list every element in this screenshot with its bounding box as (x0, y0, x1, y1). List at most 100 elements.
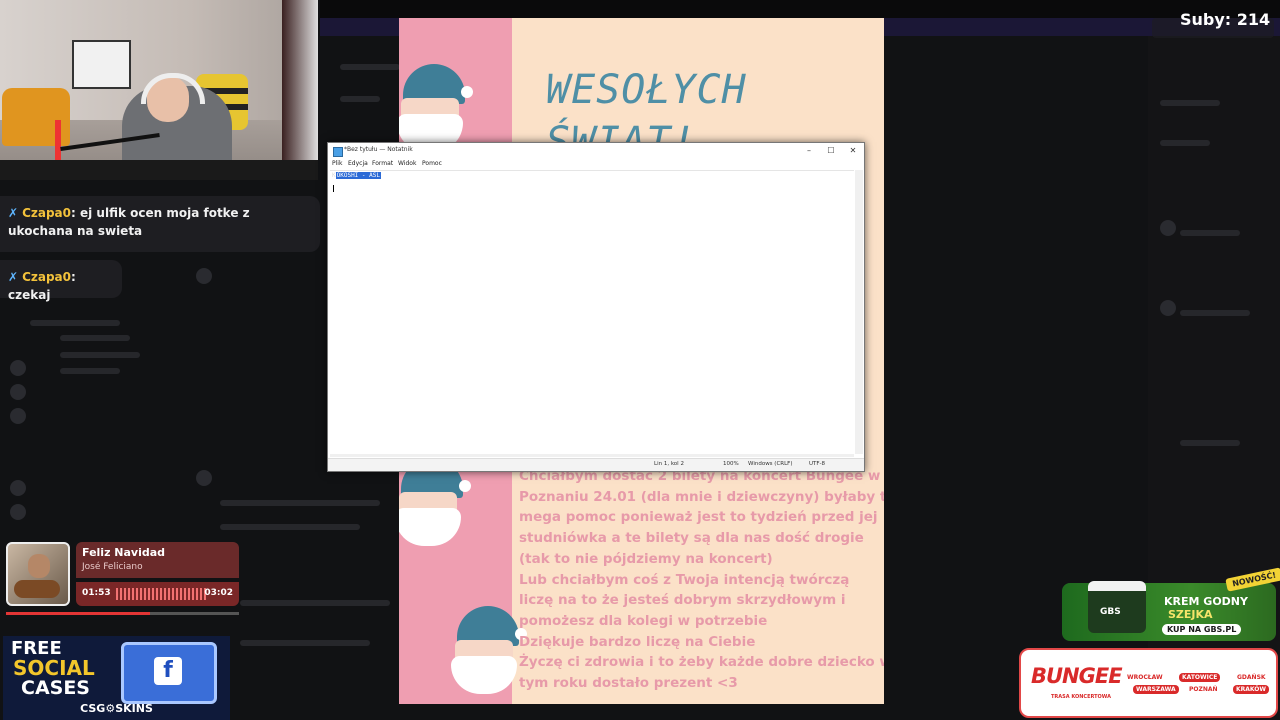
bungee-logo: BUNGEE (1031, 664, 1123, 688)
song-elapsed: 01:53 (82, 588, 111, 598)
background-ghost-text (240, 600, 390, 606)
song-progress-bar (6, 612, 239, 615)
background-server-icon (10, 504, 26, 520)
notepad-text-area[interactable]: KOKOSHI - ASL (330, 170, 854, 457)
chat-message: ✗ Czapa0: ej ulfik ocen moja fotke z ukoc… (0, 196, 320, 252)
product-jar: GBS (1088, 581, 1146, 633)
tour-city: WARSZAWA (1133, 685, 1179, 694)
letter-line: (tak to nie pójdziemy na koncert) (519, 550, 773, 567)
background-ghost-text (1180, 440, 1240, 446)
ad-line: CASES (21, 677, 90, 699)
background-ghost-text (60, 352, 140, 358)
tour-city: KATOWICE (1179, 673, 1221, 682)
song-artist: José Feliciano (82, 562, 143, 572)
letter-line: liczę na to że jesteś dobrym skrzydłowym… (519, 592, 846, 609)
menu-format[interactable]: Format (372, 160, 393, 167)
notepad-statusbar: Lin 1, kol 2 100% Windows (CRLF) UTF-8 (328, 458, 864, 471)
chat-username: Czapa0 (22, 206, 71, 220)
notepad-title: *Bez tytułu — Notatnik (344, 146, 413, 153)
notepad-window[interactable]: *Bez tytułu — Notatnik – ☐ ✕ Plik Edycja… (327, 142, 865, 472)
notepad-app-icon (333, 147, 343, 157)
tour-city: KRAKÓW (1233, 685, 1270, 694)
background-server-icon (10, 384, 26, 400)
tour-city: GDAŃSK (1237, 674, 1266, 681)
background-server-icon (10, 480, 26, 496)
background-ghost-text (1160, 100, 1220, 106)
gbs-buy-button: KUP NA GBS.PL (1162, 624, 1242, 635)
background-ghost-text (30, 320, 120, 326)
csgo-skins-ad: FREE SOCIAL CASES f CSG⚙SKINS (3, 636, 230, 720)
background-ghost-text (1160, 140, 1210, 146)
letter-line: Życzę ci zdrowia i to żeby każde dobre d… (519, 654, 884, 671)
background-ghost-text (220, 500, 380, 506)
background-avatar (196, 268, 212, 284)
minimize-button[interactable]: – (798, 145, 820, 157)
background-ghost-text (220, 524, 360, 530)
letter-line: pomożesz dla kolegi w potrzebie (519, 612, 768, 629)
maximize-button[interactable]: ☐ (820, 145, 842, 157)
background-ghost-text (1180, 230, 1240, 236)
background-ghost-text (1180, 310, 1250, 316)
subscriber-counter: Suby: 214 (1180, 10, 1271, 29)
menu-edit[interactable]: Edycja (348, 160, 368, 167)
gbs-headline: KREM GODNY (1164, 595, 1248, 608)
ad-line: SOCIAL (13, 656, 95, 680)
letter-line: Lub chciałbym coś z Twoja intencją twórc… (519, 571, 850, 588)
album-art (6, 542, 70, 606)
notepad-titlebar[interactable]: *Bez tytułu — Notatnik – ☐ ✕ (328, 143, 864, 159)
status-line-endings: Windows (CRLF) (748, 461, 793, 467)
song-title: Feliz Navidad (82, 546, 166, 559)
letter-heading-line: WESOŁYCH (546, 67, 747, 113)
menu-view[interactable]: Widok (398, 160, 416, 167)
background-server-icon (10, 360, 26, 376)
whiteboard (72, 40, 131, 89)
background-topbar (320, 0, 1280, 18)
close-button[interactable]: ✕ (842, 145, 864, 157)
background-ghost-text (340, 96, 380, 102)
chat-text: czekaj (8, 288, 51, 302)
tour-city: WROCŁAW (1127, 674, 1163, 681)
status-zoom: 100% (723, 461, 739, 467)
horizontal-scrollbar[interactable] (330, 454, 854, 457)
text-caret (333, 185, 334, 192)
notepad-menubar: Plik Edycja Format Widok Pomoc (328, 159, 864, 169)
sword-icon: ✗ (8, 206, 19, 220)
song-progress-fill (6, 612, 151, 615)
notepad-text-line: KOKOSHI - ASL (332, 172, 381, 180)
facebook-icon: f (154, 657, 182, 685)
background-ghost-text (240, 640, 370, 646)
background-avatar (1160, 220, 1176, 236)
sword-icon: ✗ (8, 270, 19, 284)
chat-username: Czapa0 (22, 270, 71, 284)
menu-file[interactable]: Plik (332, 160, 342, 167)
gbs-headline: SZEJKA (1168, 608, 1213, 621)
background-ghost-text (60, 335, 130, 341)
letter-line: mega pomoc ponieważ jest to tydzień prze… (519, 509, 878, 526)
now-playing-widget: Feliz Navidad José Feliciano 01:53 03:02 (6, 542, 239, 610)
bungee-tour-ad: BUNGEE TRASA KONCERTOWA WROCŁAW KATOWICE… (1019, 648, 1278, 718)
vertical-scrollbar[interactable] (855, 170, 863, 454)
status-encoding: UTF-8 (809, 461, 826, 467)
letter-line: Poznaniu 24.01 (dla mnie i dziewczyny) b… (519, 488, 884, 505)
gbs-ad: GBS KREM GODNY SZEJKA KUP NA GBS.PL NOWO… (1062, 567, 1280, 643)
background-server-icon (10, 408, 26, 424)
case-box-graphic: f (121, 642, 217, 704)
background-avatar (196, 470, 212, 486)
waveform (116, 588, 206, 600)
text-selection: OKOSHI - ASL (335, 172, 381, 179)
letter-line: studniówka a te bilety są dla nas dość d… (519, 530, 864, 547)
letter-line: Dziękuje bardzo liczę na Ciebie (519, 633, 756, 650)
song-duration: 03:02 (204, 588, 233, 598)
bungee-subtitle: TRASA KONCERTOWA (1051, 694, 1111, 700)
tour-city: POZNAŃ (1189, 686, 1218, 693)
menu-help[interactable]: Pomoc (422, 160, 442, 167)
jar-label: GBS (1100, 607, 1121, 617)
status-position: Lin 1, kol 2 (654, 461, 684, 467)
webcam-feed (0, 0, 318, 180)
background-avatar (1160, 300, 1176, 316)
santa-illustration (447, 606, 527, 696)
letter-body: Chciałbym dostać 2 bilety na koncert Bun… (519, 466, 884, 694)
letter-line: tym roku dostało prezent <3 (519, 675, 738, 692)
background-ghost-text (60, 368, 120, 374)
background-ghost-text (340, 64, 400, 70)
